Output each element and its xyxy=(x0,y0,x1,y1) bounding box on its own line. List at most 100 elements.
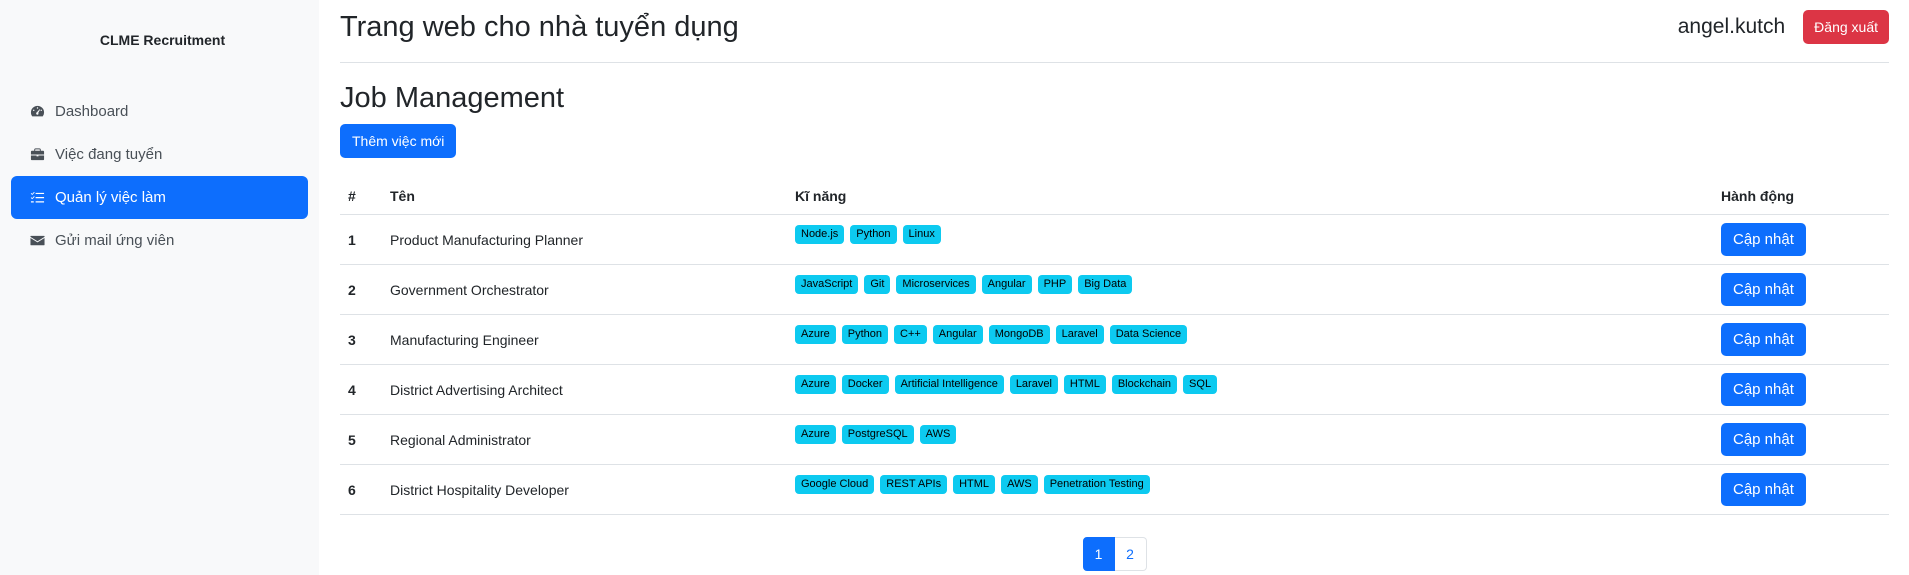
table-row: 3 Manufacturing Engineer Azure Python C++ Ang… xyxy=(340,314,1889,365)
add-job-button[interactable]: Thêm việc mới xyxy=(340,124,457,158)
job-skills: Google Cloud REST APIs HTML AWS Penetration … xyxy=(787,464,1713,515)
skill-badge: Angular xyxy=(932,325,983,345)
update-job-button[interactable]: Cập nhật xyxy=(1721,323,1806,356)
list-check-icon xyxy=(29,190,45,206)
sidebar-item-label: Gửi mail ứng viên xyxy=(55,232,175,249)
skill-badge: JavaScript xyxy=(795,275,859,295)
skill-badge: PHP xyxy=(1037,275,1073,295)
main-content: Trang web cho nhà tuyển dụng angel.kutch… xyxy=(319,0,1909,575)
sidebar-item-job-management[interactable]: Quản lý việc làm xyxy=(11,176,308,219)
skill-badge: Azure xyxy=(795,325,836,345)
top-bar: Trang web cho nhà tuyển dụng angel.kutch… xyxy=(340,0,1889,63)
table-row: 6 District Hospitality Developer Google Cl… xyxy=(340,464,1889,515)
skill-badge: Penetration Testing xyxy=(1043,475,1150,495)
jobs-table: # Tên Kĩ năng Hành động 1 Product Manufac… xyxy=(340,178,1889,515)
brand-title: CLME Recruitment xyxy=(99,32,226,48)
page-link-1[interactable]: 1 xyxy=(1082,537,1115,571)
row-number: 1 xyxy=(340,214,382,265)
column-header-name: Tên xyxy=(382,178,787,215)
table-row: 4 District Advertising Architect Azure Dock… xyxy=(340,364,1889,415)
skill-badge: PostgreSQL xyxy=(841,425,914,445)
pagination: 1 2 xyxy=(340,537,1889,571)
skill-badge: Laravel xyxy=(1055,325,1104,345)
job-name: District Hospitality Developer xyxy=(382,464,787,515)
job-skills: Azure Docker Artificial Intelligence Larave… xyxy=(787,364,1713,415)
envelope-icon xyxy=(29,233,45,249)
site-title: Trang web cho nhà tuyển dụng xyxy=(340,10,739,43)
skill-badge: Angular xyxy=(981,275,1032,295)
skill-badge: Linux xyxy=(902,225,941,245)
skill-badge: Azure xyxy=(795,375,836,395)
logout-button[interactable]: Đăng xuất xyxy=(1803,10,1889,44)
job-name: Regional Administrator xyxy=(382,414,787,465)
job-actions: Cập nhật xyxy=(1713,364,1889,415)
table-header-row: # Tên Kĩ năng Hành động xyxy=(340,178,1889,215)
sidebar-item-label: Việc đang tuyển xyxy=(55,146,163,163)
skill-badge: HTML xyxy=(1063,375,1106,395)
job-skills: Node.js Python Linux xyxy=(787,214,1713,265)
sidebar-item-open-jobs[interactable]: Việc đang tuyển xyxy=(11,133,308,176)
gauge-icon xyxy=(29,104,45,120)
job-actions: Cập nhật xyxy=(1713,214,1889,265)
row-number: 6 xyxy=(340,464,382,515)
skill-badge: Node.js xyxy=(795,225,845,245)
table-row: 5 Regional Administrator Azure PostgreSQL AW… xyxy=(340,414,1889,465)
sidebar-item-label: Dashboard xyxy=(55,103,129,120)
column-header-actions: Hành động xyxy=(1713,178,1889,215)
sidebar-item-label: Quản lý việc làm xyxy=(55,189,166,206)
update-job-button[interactable]: Cập nhật xyxy=(1721,373,1806,406)
skill-badge: Git xyxy=(864,275,891,295)
skill-badge: Docker xyxy=(841,375,889,395)
briefcase-icon xyxy=(29,147,45,163)
skill-badge: REST APIs xyxy=(880,475,948,495)
sidebar-nav: Dashboard Việc đang tuyển Quản lý việc l… xyxy=(0,90,319,262)
skill-badge: Big Data xyxy=(1078,275,1133,295)
column-header-skills: Kĩ năng xyxy=(787,178,1713,215)
table-row: 1 Product Manufacturing Planner Node.js Pyt… xyxy=(340,214,1889,265)
update-job-button[interactable]: Cập nhật xyxy=(1721,423,1806,456)
skill-badge: Python xyxy=(850,225,897,245)
skill-badge: SQL xyxy=(1183,375,1218,395)
job-name: Product Manufacturing Planner xyxy=(382,214,787,265)
job-actions: Cập nhật xyxy=(1713,264,1889,315)
skill-badge: Microservices xyxy=(896,275,976,295)
skill-badge: Google Cloud xyxy=(795,475,875,495)
sidebar: CLME Recruitment Dashboard Việc đang tuy… xyxy=(0,0,319,575)
skill-badge: AWS xyxy=(919,425,957,445)
skill-badge: Python xyxy=(841,325,888,345)
job-skills: JavaScript Git Microservices Angular PHP Big … xyxy=(787,264,1713,315)
skill-badge: Azure xyxy=(795,425,836,445)
job-actions: Cập nhật xyxy=(1713,464,1889,515)
row-number: 2 xyxy=(340,264,382,315)
skill-badge: HTML xyxy=(953,475,996,495)
job-name: Government Orchestrator xyxy=(382,264,787,315)
user-area: angel.kutch Đăng xuất xyxy=(1678,10,1889,44)
row-number: 4 xyxy=(340,364,382,415)
column-header-number: # xyxy=(340,178,382,215)
page-link-2[interactable]: 2 xyxy=(1114,537,1147,571)
job-actions: Cập nhật xyxy=(1713,414,1889,465)
job-skills: Azure Python C++ Angular MongoDB Laravel Data … xyxy=(787,314,1713,365)
row-number: 5 xyxy=(340,414,382,465)
skill-badge: C++ xyxy=(894,325,927,345)
job-name: Manufacturing Engineer xyxy=(382,314,787,365)
table-body: 1 Product Manufacturing Planner Node.js Pyt… xyxy=(340,214,1889,515)
skill-badge: Data Science xyxy=(1109,325,1188,345)
skill-badge: MongoDB xyxy=(988,325,1050,345)
update-job-button[interactable]: Cập nhật xyxy=(1721,273,1806,306)
sidebar-item-email-candidates[interactable]: Gửi mail ứng viên xyxy=(11,219,308,262)
job-skills: Azure PostgreSQL AWS xyxy=(787,414,1713,465)
skill-badge: Artificial Intelligence xyxy=(894,375,1004,395)
table-row: 2 Government Orchestrator JavaScript Git Mic… xyxy=(340,264,1889,315)
job-actions: Cập nhật xyxy=(1713,314,1889,365)
update-job-button[interactable]: Cập nhật xyxy=(1721,223,1806,256)
skill-badge: AWS xyxy=(1001,475,1038,495)
sidebar-item-dashboard[interactable]: Dashboard xyxy=(11,90,308,133)
username: angel.kutch xyxy=(1677,15,1786,38)
row-number: 3 xyxy=(340,314,382,365)
job-name: District Advertising Architect xyxy=(382,364,787,415)
skill-badge: Laravel xyxy=(1009,375,1058,395)
skill-badge: Blockchain xyxy=(1111,375,1178,395)
page-title: Job Management xyxy=(340,82,565,114)
update-job-button[interactable]: Cập nhật xyxy=(1721,473,1806,506)
